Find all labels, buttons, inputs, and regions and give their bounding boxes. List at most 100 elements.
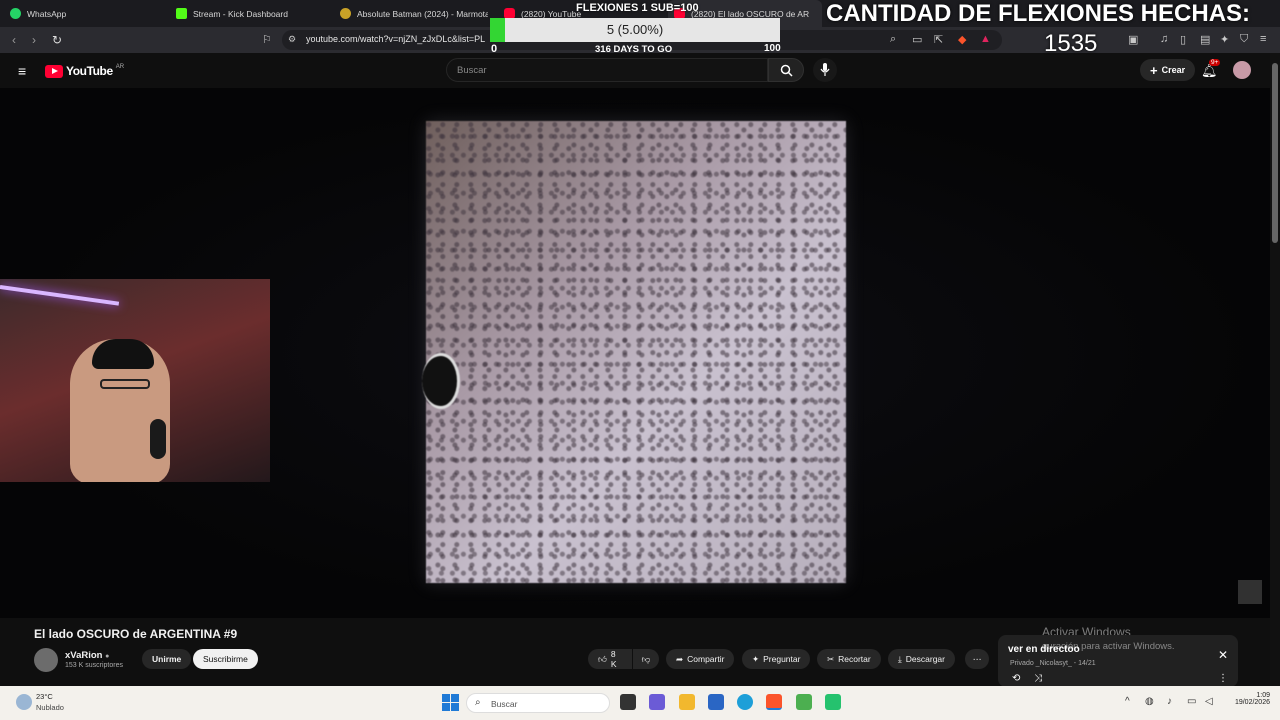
tab-label: WhatsApp [27,8,67,19]
create-button[interactable]: + Crear [1140,59,1196,81]
edge-icon[interactable] [737,694,753,710]
vpn-icon[interactable]: ⛉ [1240,33,1248,46]
account-avatar[interactable] [1233,61,1251,79]
streamer-microphone [150,419,166,459]
search-input[interactable]: Buscar [446,58,768,82]
puzzle-icon[interactable]: ✦ [1220,33,1229,46]
forward-button[interactable]: › [32,33,36,47]
bookmark-icon[interactable]: ⚐ [262,33,272,46]
voice-search-button[interactable] [813,58,837,82]
taskbar-search[interactable]: ⌕ Buscar [466,693,610,713]
notifications-button[interactable]: 🔔︎ 9+ [1201,59,1221,80]
region-code: AR [115,64,125,70]
music-icon[interactable]: ♫ [1160,33,1168,45]
microphone-icon [820,63,830,76]
youtube-logo-text: YouTube [66,64,113,78]
scrollbar-thumb[interactable] [1272,63,1278,243]
subscribe-button[interactable]: Suscribirme [193,649,258,669]
tab-label: Absolute Batman (2024) - Marmota [357,8,488,19]
stream-goal-widget: 5 (5.00%) FLEXIONES 1 SUB=100 0 316 DAYS… [490,0,781,60]
network-icon[interactable]: ▭ [1187,696,1196,707]
clock-time: 1:09 [1256,692,1270,699]
subscribe-label: Suscribirme [203,654,248,664]
streamer-glasses [100,379,150,389]
goal-title: FLEXIONES 1 SUB=100 [576,2,699,14]
sparkle-icon: ✦ [752,653,760,664]
tray-mic-icon[interactable]: ♪ [1167,696,1172,707]
windows-start-icon[interactable] [442,694,459,711]
goal-min: 0 [491,43,498,55]
loop-icon[interactable]: ⟲ [1012,673,1020,684]
teams-icon[interactable] [649,694,665,710]
pushups-count: 1535 [1044,30,1098,57]
close-tab-icon[interactable]: ✕ [821,8,822,19]
cast-icon[interactable]: ▭ [912,33,922,46]
ask-button[interactable]: ✦ Preguntar [742,649,811,669]
join-label: Unirme [152,654,182,664]
tab-kick-dashboard[interactable]: Stream - Kick Dashboard [176,0,326,27]
youtube-logo[interactable]: YouTube AR [45,64,124,78]
app-icon[interactable] [796,694,812,710]
weather-temperature: 23°C [36,692,53,701]
windows-taskbar: 23°C Nublado ⌕ Buscar ^ ◍ ♪ ▭ ◁ 1:09 19/… [0,686,1280,720]
streamer-hair [92,339,154,369]
notification-badge: 9+ [1209,59,1221,66]
dislike-button[interactable]: 👎︎ [633,649,659,669]
search-button[interactable] [768,58,804,82]
brave-shield-icon[interactable]: ◆ [958,33,966,46]
share-icon[interactable]: ⇱ [934,33,943,46]
cloud-icon [16,694,32,710]
more-actions-button[interactable]: ⋯ [965,649,989,669]
goal-count: 5 (5.00%) [606,22,664,37]
clock-date: 19/02/2026 [1234,699,1270,706]
sidebar-icon[interactable]: ▯ [1180,33,1186,46]
tab-whatsapp[interactable]: WhatsApp [10,0,160,27]
plus-icon: + [1150,62,1158,78]
pushups-title: CANTIDAD DE FLEXIONES HECHAS: [826,0,1251,27]
download-button[interactable]: ⤓ Descargar [888,649,955,669]
wallet-icon[interactable]: ▤ [1200,33,1210,46]
like-button[interactable]: 👍︎ 8 K [588,649,632,669]
extensions-icon[interactable]: ▣ [1128,33,1138,46]
zoom-icon[interactable]: ⌕ [890,33,896,46]
share-arrow-icon: ➦ [676,653,684,664]
more-icon: ⋯ [972,653,982,664]
tray-overflow-icon[interactable]: ^ [1125,696,1130,707]
guide-menu-icon[interactable]: ≡ [18,63,26,79]
reload-button[interactable]: ↻ [52,33,62,47]
volume-icon[interactable]: ◁ [1205,696,1213,707]
site-settings-icon[interactable]: ⚙ [288,34,296,45]
clip-label: Recortar [838,654,871,664]
share-button[interactable]: ➦ Compartir [666,649,735,669]
tab-absolute-batman[interactable]: Absolute Batman (2024) - Marmota [340,0,488,27]
streamer-webcam [0,279,270,482]
back-button[interactable]: ‹ [12,33,16,47]
channel-avatar[interactable] [34,648,58,672]
notification-more-icon[interactable]: ⋮ [1218,673,1228,684]
shuffle-icon[interactable]: ⤨ [1034,673,1042,684]
close-notification-icon[interactable]: ✕ [1218,648,1228,662]
system-clock[interactable]: 1:09 19/02/2026 [1222,692,1270,706]
clip-button[interactable]: ✂ Recortar [817,649,881,669]
page-scrollbar[interactable] [1270,53,1280,686]
download-icon: ⤓ [898,653,902,664]
notification-subtitle: Privado _Nicolasyt_ - 14/21 [1010,660,1096,667]
menu-icon[interactable]: ≡ [1260,33,1266,45]
file-explorer-icon[interactable] [679,694,695,710]
channel-name[interactable]: xVaRion ● [65,650,109,661]
goal-days-left: 316 DAYS TO GO [595,44,673,55]
video-title: El lado OSCURO de ARGENTINA #9 [34,627,238,641]
brave-rewards-icon[interactable]: ▲ [980,33,991,45]
kick-app-icon[interactable] [825,694,841,710]
weather-condition: Nublado [36,703,64,712]
store-icon[interactable] [708,694,724,710]
channel-watermark[interactable] [1238,580,1262,604]
join-button[interactable]: Unirme [142,649,192,669]
task-view-icon[interactable] [620,694,636,710]
verified-icon: ● [105,653,110,660]
video-frame [422,121,846,583]
tray-app-icon[interactable]: ◍ [1145,696,1154,707]
brave-icon[interactable] [766,694,782,710]
subscriber-count: 153 K suscriptores [65,662,123,669]
activate-windows-subtitle: guración para activar Windows. [1042,641,1175,652]
